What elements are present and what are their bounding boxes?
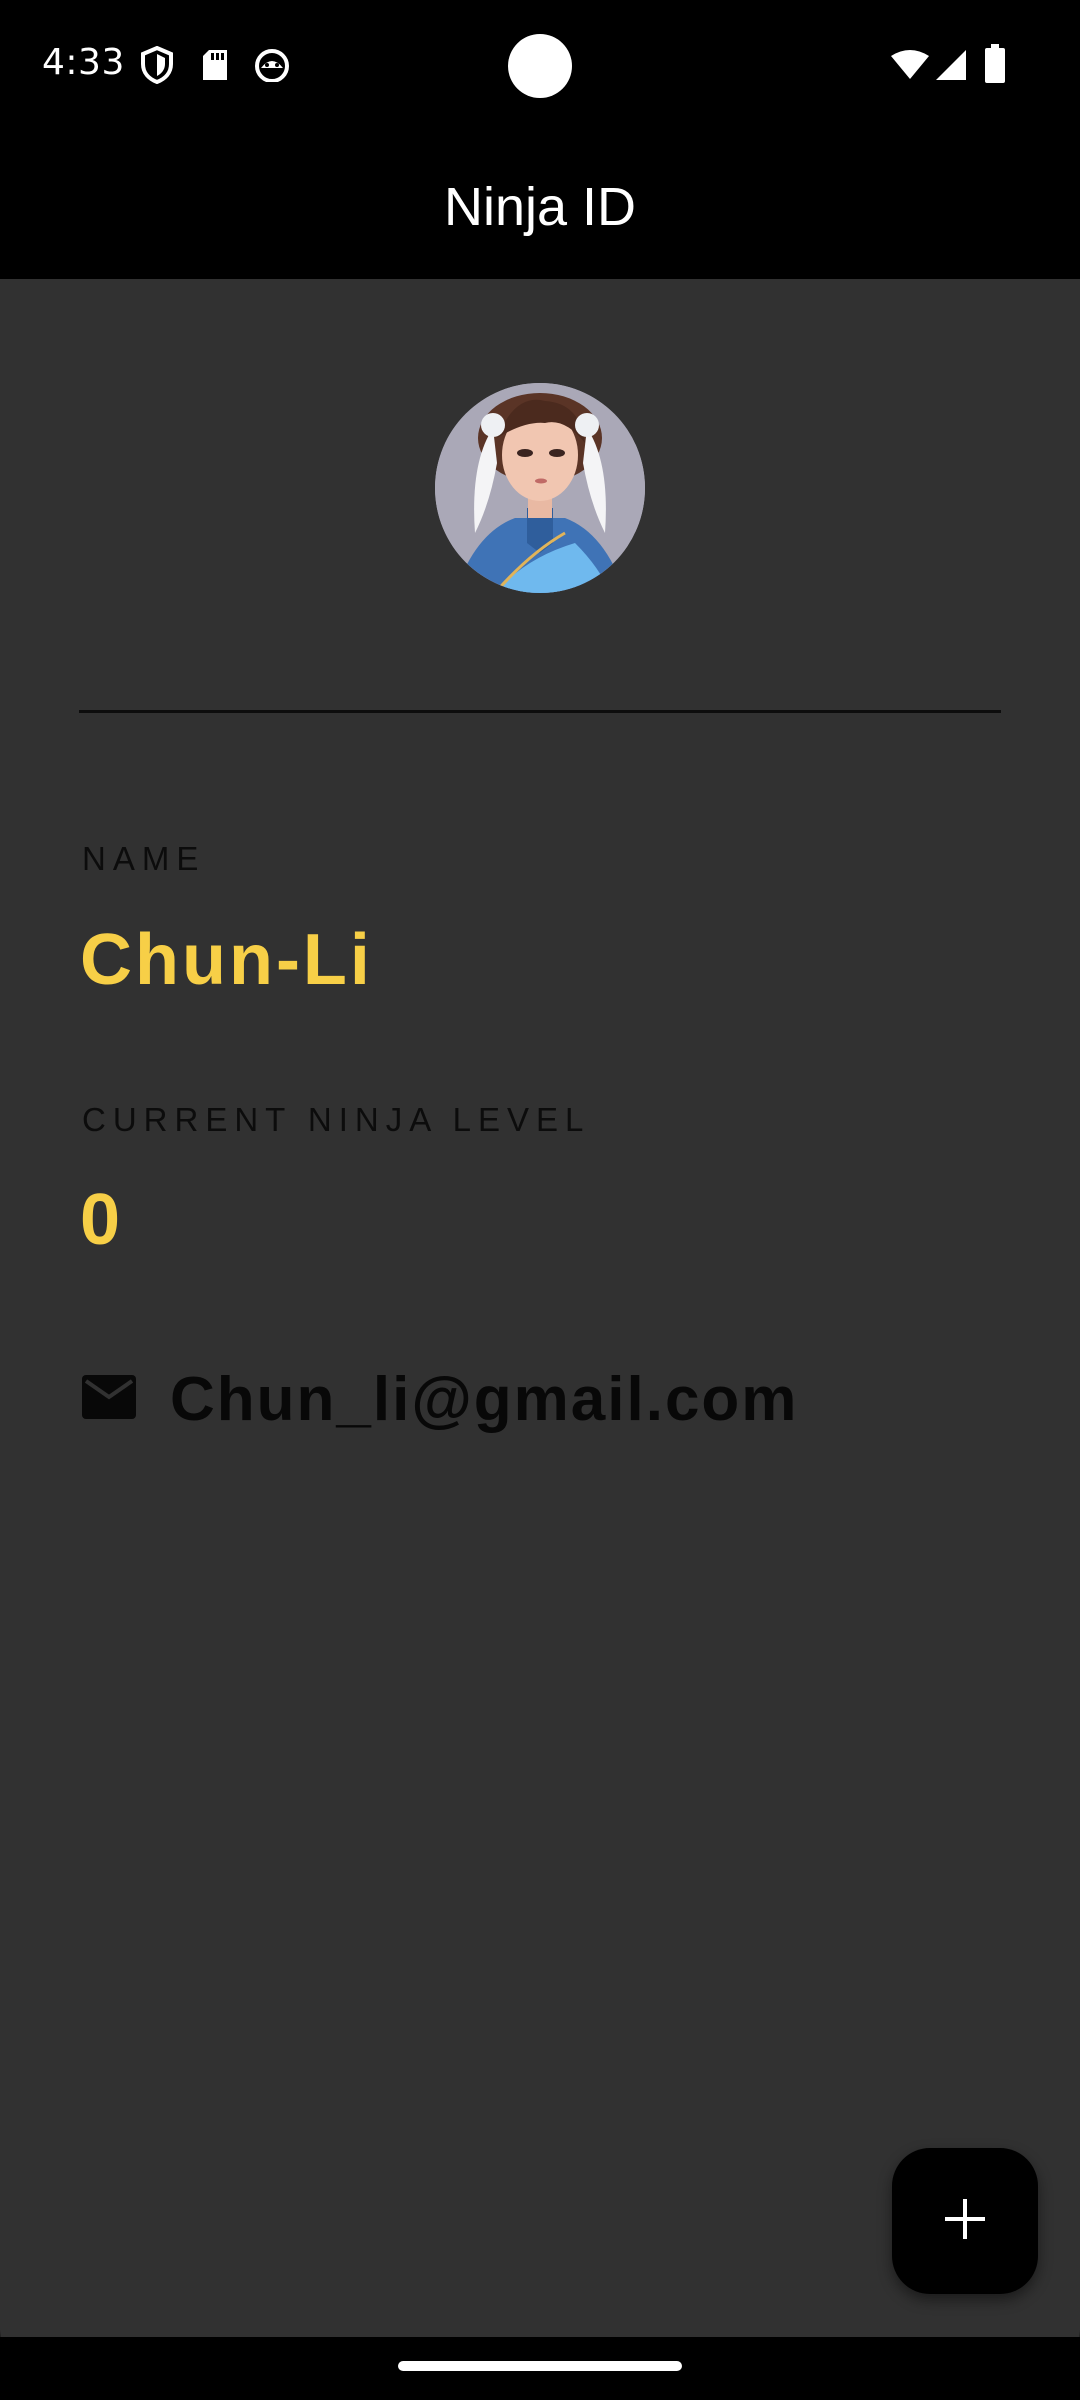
profile-avatar — [435, 383, 645, 593]
mail-icon — [82, 1375, 136, 1423]
email-row: Chun_li@gmail.com — [82, 1359, 798, 1439]
signal-icon — [934, 48, 968, 86]
front-camera — [508, 34, 572, 98]
battery-icon — [984, 44, 1006, 88]
name-label: NAME — [82, 840, 206, 877]
level-label: CURRENT NINJA LEVEL — [82, 1101, 591, 1138]
wifi-icon — [890, 50, 930, 84]
name-value: Chun-Li — [80, 920, 373, 1000]
divider — [79, 710, 1001, 713]
shield-icon — [140, 45, 174, 88]
add-button[interactable] — [892, 2148, 1038, 2294]
profile-content: NAME Chun-Li CURRENT NINJA LEVEL 0 Chun_… — [0, 279, 1080, 2337]
app-title: Ninja ID — [443, 177, 637, 237]
home-indicator[interactable] — [398, 2361, 682, 2371]
app-bar: Ninja ID — [0, 135, 1080, 279]
level-value: 0 — [80, 1180, 124, 1260]
sd-card-icon — [200, 48, 230, 86]
android-cat-icon — [254, 48, 290, 86]
plus-icon — [945, 2199, 985, 2243]
screen: 4:33 Ninja ID NAME Chun-Li CURRENT NINJA… — [0, 0, 1080, 2400]
navigation-bar — [0, 2337, 1080, 2400]
email-value: Chun_li@gmail.com — [170, 1364, 799, 1434]
status-time: 4:33 — [42, 42, 125, 83]
status-bar: 4:33 — [0, 0, 1080, 135]
